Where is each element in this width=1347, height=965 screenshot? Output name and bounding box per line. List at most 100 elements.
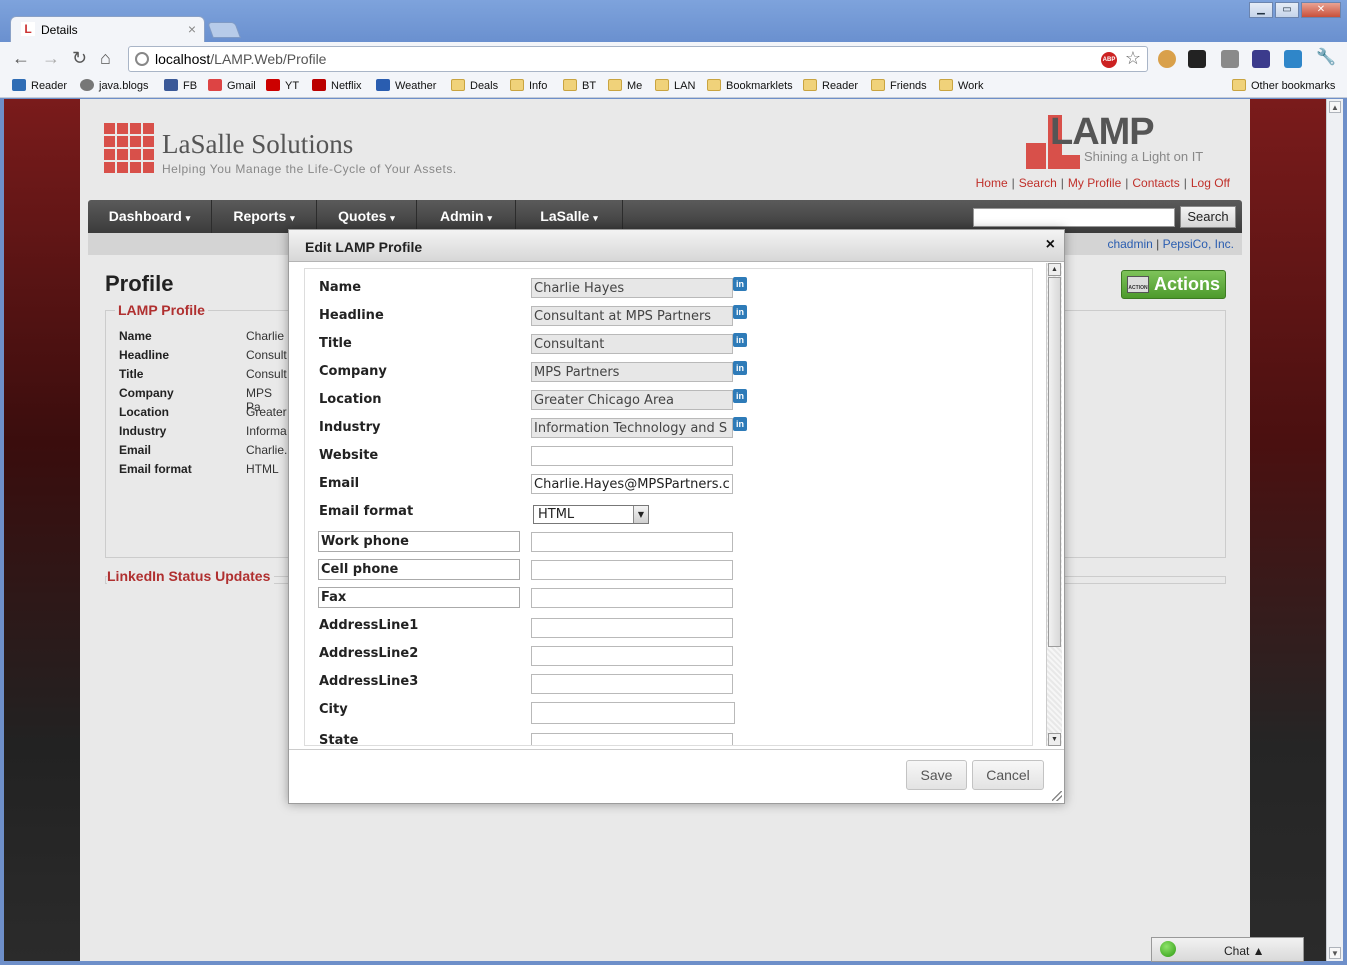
home-link[interactable]: Home <box>976 176 1008 190</box>
bookmark-item[interactable]: Reader <box>12 79 67 92</box>
scroll-down-arrow-icon[interactable]: ▼ <box>1048 733 1061 746</box>
user-info: chadmin | PepsiCo, Inc. <box>1107 237 1234 251</box>
folder-icon <box>451 79 465 91</box>
work-phone-field[interactable] <box>531 532 733 552</box>
extension-icon-2[interactable] <box>1252 50 1270 68</box>
bookmark-item[interactable]: FB <box>164 79 197 92</box>
folder-icon <box>655 79 669 91</box>
linkedin-icon[interactable]: in <box>733 361 747 375</box>
cell-phone-field[interactable] <box>531 560 733 580</box>
bookmark-folder[interactable]: Reader <box>803 79 858 92</box>
browser-toolbar: ← → ↻ ⌂ localhost/LAMP.Web/Profile ABP ☆… <box>0 42 1347 76</box>
window-close-button[interactable]: ✕ <box>1301 2 1341 18</box>
dialog-close-icon[interactable]: × <box>1046 236 1055 254</box>
field-label: Title <box>319 336 352 351</box>
field-label: AddressLine2 <box>319 646 419 661</box>
resize-grip-icon[interactable] <box>1052 791 1062 801</box>
nav-search-input[interactable] <box>973 208 1175 227</box>
contacts-link[interactable]: Contacts <box>1132 176 1179 190</box>
back-arrow-icon[interactable]: ← <box>12 48 30 69</box>
field-label: Fax <box>318 587 520 608</box>
form-row-email: Email Charlie.Hayes@MPSPartners.c <box>319 474 1019 498</box>
nav-search-button[interactable]: Search <box>1180 206 1236 228</box>
minimize-button[interactable]: ▁ <box>1249 2 1273 18</box>
new-tab-button[interactable] <box>207 22 241 38</box>
chevron-down-icon: ▼ <box>633 506 648 523</box>
dialog-footer: Save Cancel <box>289 749 1064 803</box>
address-line3-field[interactable] <box>531 674 733 694</box>
name-field[interactable]: Charlie Hayes <box>531 278 733 298</box>
scroll-thumb[interactable] <box>1048 277 1061 647</box>
url-text: localhost/LAMP.Web/Profile <box>155 51 327 67</box>
company-field[interactable]: MPS Partners <box>531 362 733 382</box>
form-row-industry: Industry Information Technology and S in <box>319 417 1019 442</box>
bookmark-item[interactable]: java.blogs <box>80 79 149 92</box>
bookmark-folder[interactable]: Bookmarklets <box>707 79 793 92</box>
dialog-scrollbar[interactable]: ▲ ▼ <box>1046 263 1062 746</box>
location-field[interactable]: Greater Chicago Area <box>531 390 733 410</box>
title-field[interactable]: Consultant <box>531 334 733 354</box>
page-scrollbar[interactable]: ▲ ▼ <box>1326 99 1343 961</box>
city-field[interactable] <box>531 702 735 724</box>
email-field[interactable]: Charlie.Hayes@MPSPartners.c <box>531 474 733 494</box>
forward-arrow-icon[interactable]: → <box>42 48 60 69</box>
dialog-header[interactable]: Edit LAMP Profile × <box>289 230 1064 262</box>
bookmark-folder[interactable]: Friends <box>871 79 927 92</box>
save-button[interactable]: Save <box>906 760 967 790</box>
address-line2-field[interactable] <box>531 646 733 666</box>
username-link[interactable]: chadmin <box>1107 237 1152 251</box>
maximize-button[interactable]: ▭ <box>1275 2 1299 18</box>
bookmark-folder[interactable]: Deals <box>451 79 498 92</box>
address-line1-field[interactable] <box>531 618 733 638</box>
bookmark-folder[interactable]: BT <box>563 79 596 92</box>
headline-field[interactable]: Consultant at MPS Partners <box>531 306 733 326</box>
bookmark-item[interactable]: YT <box>266 79 299 92</box>
bookmark-folder[interactable]: Work <box>939 79 983 92</box>
scroll-down-arrow-icon[interactable]: ▼ <box>1329 947 1341 959</box>
s-extension-icon[interactable] <box>1188 50 1206 68</box>
log-off-link[interactable]: Log Off <box>1191 176 1230 190</box>
bookmark-item[interactable]: Netflix <box>312 79 362 92</box>
bookmark-item[interactable]: Gmail <box>208 79 256 92</box>
other-bookmarks[interactable]: Other bookmarks <box>1232 79 1335 92</box>
address-bar[interactable]: localhost/LAMP.Web/Profile ABP ☆ <box>128 46 1148 72</box>
linkedin-icon[interactable]: in <box>733 417 747 431</box>
my-profile-link[interactable]: My Profile <box>1068 176 1121 190</box>
website-field[interactable] <box>531 446 733 466</box>
search-link[interactable]: Search <box>1019 176 1057 190</box>
wrench-icon[interactable]: 🔧 <box>1316 47 1336 66</box>
bookmark-folder[interactable]: LAN <box>655 79 695 92</box>
cancel-button[interactable]: Cancel <box>972 760 1044 790</box>
chat-widget[interactable]: Chat ▲ <box>1151 937 1304 962</box>
nav-dashboard[interactable]: Dashboard ▾ <box>88 200 212 233</box>
linkedin-icon[interactable]: in <box>733 305 747 319</box>
linkedin-icon[interactable]: in <box>733 277 747 291</box>
email-format-select[interactable]: HTML ▼ <box>533 505 649 524</box>
linkedin-icon[interactable]: in <box>733 389 747 403</box>
scroll-up-arrow-icon[interactable]: ▲ <box>1329 101 1341 113</box>
tab-close-icon[interactable]: × <box>188 21 196 37</box>
bookmark-item[interactable]: Weather <box>376 79 436 92</box>
bookmark-folder[interactable]: Me <box>608 79 642 92</box>
linkedin-icon[interactable]: in <box>733 333 747 347</box>
bookmark-star-icon[interactable]: ☆ <box>1125 48 1141 69</box>
field-label: Headline <box>319 308 384 323</box>
cookie-extension-icon[interactable] <box>1158 50 1176 68</box>
browser-tab[interactable]: L Details × <box>10 16 205 42</box>
fax-field[interactable] <box>531 588 733 608</box>
reload-icon[interactable]: ↻ <box>72 48 87 69</box>
actions-button[interactable]: ACTION Actions <box>1121 270 1226 299</box>
industry-field[interactable]: Information Technology and S <box>531 418 733 438</box>
form-row-title: Title Consultant in <box>319 333 1019 358</box>
x-extension-icon[interactable] <box>1284 50 1302 68</box>
field-label: City <box>319 702 348 717</box>
adblock-icon[interactable]: ABP <box>1101 52 1117 68</box>
extension-icon[interactable] <box>1221 50 1239 68</box>
state-field[interactable] <box>531 733 733 745</box>
home-icon[interactable]: ⌂ <box>100 48 111 69</box>
bookmark-folder[interactable]: Info <box>510 79 547 92</box>
org-link[interactable]: PepsiCo, Inc. <box>1163 237 1234 251</box>
field-label: AddressLine1 <box>319 618 419 633</box>
globe-icon <box>135 52 149 66</box>
scroll-up-arrow-icon[interactable]: ▲ <box>1048 263 1061 276</box>
